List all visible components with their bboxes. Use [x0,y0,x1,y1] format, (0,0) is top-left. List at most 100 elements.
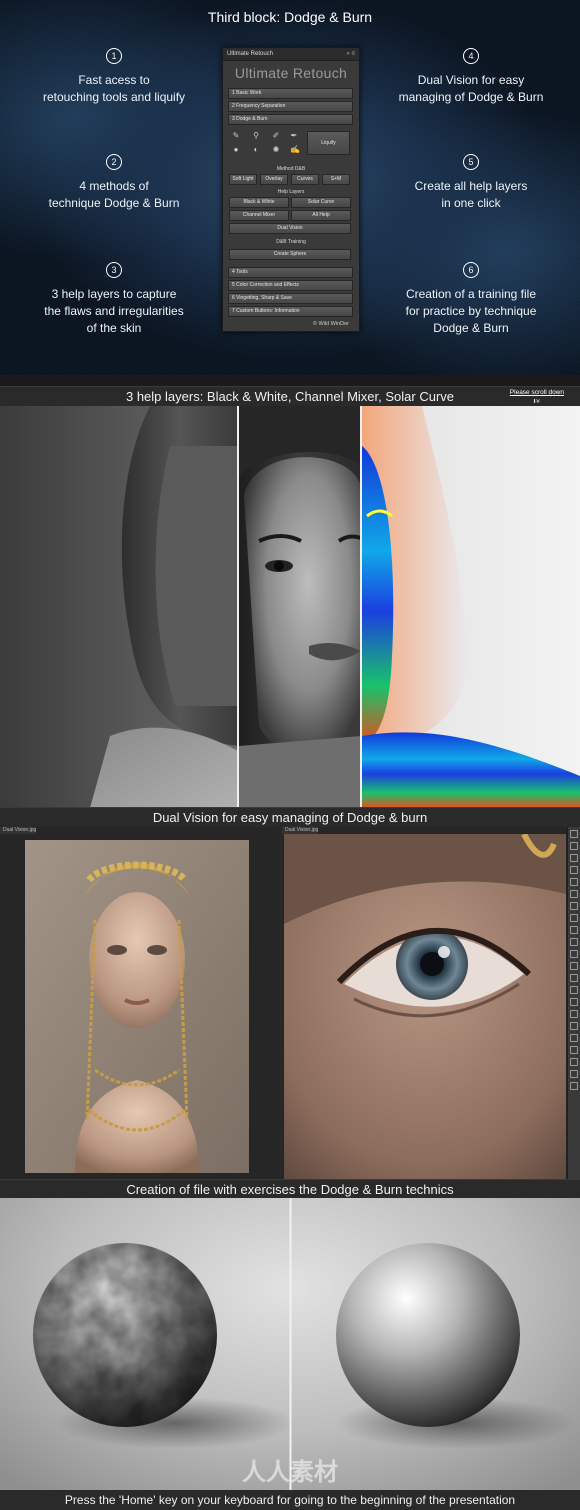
feature-number: 1 [106,48,122,64]
section-tools-button[interactable]: 4 Tools [228,267,353,278]
feature-number: 3 [106,262,122,278]
section-basic-work-button[interactable]: 1 Basic Work [228,88,353,99]
dodge-burn-sphere-exercise: 人人素材 [0,1198,580,1490]
section-custom-buttons[interactable]: 7 Custom Buttons: Information [228,306,353,317]
dual-vision-button[interactable]: Dual Vision [229,223,351,234]
section-color-correction-button[interactable]: 5 Color Correction and Effects [228,280,353,291]
liquify-button[interactable]: Liquify [307,131,350,155]
eraser-tool-icon[interactable] [570,950,578,958]
solar-curve-portrait-illustration [362,406,580,808]
pen-tool-icon[interactable] [570,998,578,1006]
pen-icon[interactable]: ✒ [290,132,298,140]
quick-mask-icon[interactable] [570,1082,578,1090]
brush-icon[interactable]: ✐ [272,132,280,140]
photoshop-toolbar [567,827,580,1179]
banner-text: 3 help layers: Black & White, Channel Mi… [125,389,455,404]
third-block-section: Third block: Dodge & Burn 1 Fast acess t… [0,0,580,375]
marquee-tool-icon[interactable] [570,842,578,850]
doc-tab-right[interactable]: Dual Vision.jpg [282,827,319,834]
type-tool-icon[interactable] [570,1010,578,1018]
solar-curve-layer-image [362,406,580,808]
feature-3: 3 3 help layers to capture the flaws and… [14,262,214,337]
dodge-tool-icon[interactable] [570,986,578,994]
smudge-icon[interactable]: ✍ [290,146,300,154]
hand-tool-icon[interactable] [570,1046,578,1054]
training-label: D&B Training [276,239,306,245]
sphere-comparison-image: 人人素材 [33,1198,575,1490]
feature-text: 4 methods of technique Dodge & Burn [48,179,180,210]
gradient-tool-icon[interactable] [570,962,578,970]
presentation-footer: Press the 'Home' key on your keyboard fo… [0,1490,580,1510]
black-white-button[interactable]: Black & White [229,197,289,208]
dual-vision-doc-right: Dual Vision.jpg [282,827,568,1179]
crop-tool-icon[interactable] [570,878,578,886]
doc-tab-left[interactable]: Dual Vision.jpg [0,827,37,834]
ultimate-retouch-panel: Ultimate Retouch » ≡ Ultimate Retouch 1 … [222,47,360,332]
solar-curve-button[interactable]: Solar Curve [291,197,351,208]
banner-text: Dual Vision for easy managing of Dodge &… [152,810,428,825]
blur-tool-icon[interactable] [570,974,578,982]
feature-text: Create all help layers in one click [414,179,528,210]
dual-vision-banner: Dual Vision for easy managing of Dodge &… [0,807,580,828]
healing-tool-icon[interactable] [570,902,578,910]
all-help-button[interactable]: All Help [291,210,351,221]
help-layers-comparison [0,406,580,808]
feature-6: 6 Creation of a training file for practi… [371,262,571,337]
panel-credit: © Wild WinDer [312,321,349,327]
spot-healing-icon[interactable]: ✎ [232,132,240,140]
feature-number: 6 [463,262,479,278]
brush-tool-icon[interactable] [570,914,578,922]
feature-number: 5 [463,154,479,170]
feature-4: 4 Dual Vision for easy managing of Dodge… [371,48,571,106]
sponge-icon[interactable]: ✺ [272,146,280,154]
section-title: Third block: Dodge & Burn [207,9,373,25]
shape-tool-icon[interactable] [570,1034,578,1042]
method-overlay-button[interactable]: Overlay [260,174,288,185]
feature-text: Dual Vision for easy managing of Dodge &… [398,73,544,104]
path-selection-tool-icon[interactable] [570,1022,578,1030]
footer-text: Press the 'Home' key on your keyboard fo… [64,1493,516,1507]
method-s-m-button[interactable]: S+M [322,174,350,185]
section-dodge-burn-button[interactable]: 3 Dodge & Burn [228,114,353,125]
right-sphere [336,1243,520,1427]
feature-text: Fast acess to retouching tools and liqui… [42,73,186,104]
watermark-logo: 人人素材 [242,1458,338,1486]
method-curves-button[interactable]: Curves [291,174,319,185]
create-sphere-button[interactable]: Create Sphere [229,249,351,260]
move-tool-icon[interactable] [570,830,578,838]
model-portrait-image [25,840,249,1173]
channel-mixer-layer-image [239,406,361,808]
section-vignetting-button[interactable]: 6 Vingetting, Sharp & Save [228,293,353,304]
panel-menu-icon[interactable]: » ≡ [346,48,355,60]
clone-stamp-icon[interactable]: ⚲ [252,132,260,140]
panel-title: Ultimate Retouch [234,65,348,81]
lasso-tool-icon[interactable] [570,854,578,862]
help-layers-label: Help Layers [277,189,305,195]
banner-text: Creation of file with exercises the Dodg… [126,1182,454,1197]
dual-vision-workspace: Dual Vision.jpg Dual Vision.jpg [0,827,580,1179]
feature-text: Creation of a training file for practice… [405,287,537,335]
left-sphere-texture [33,1243,217,1427]
burn-icon[interactable]: ◐ [252,146,260,154]
training-file-banner: Creation of file with exercises the Dodg… [0,1179,580,1200]
method-soft-light-button[interactable]: Soft Light [229,174,257,185]
panel-header[interactable]: Ultimate Retouch » ≡ [223,48,359,61]
zoom-tool-icon[interactable] [570,1058,578,1066]
feature-5: 5 Create all help layers in one click [371,154,571,212]
help-layers-banner: 3 help layers: Black & White, Channel Mi… [0,386,580,407]
panel-window-title: Ultimate Retouch [227,51,274,57]
channel-mixer-button[interactable]: Channel Mixer [229,210,289,221]
clone-tool-icon[interactable] [570,926,578,934]
eye-closeup-image [284,834,566,1179]
color-swatches-icon[interactable] [570,1070,578,1078]
feature-number: 4 [463,48,479,64]
eyedropper-tool-icon[interactable] [570,890,578,898]
history-brush-tool-icon[interactable] [570,938,578,946]
feature-number: 2 [106,154,122,170]
section-frequency-separation-button[interactable]: 2 Frequency Separation [228,101,353,112]
method-label: Method D&B [276,166,306,172]
dodge-icon[interactable]: ● [232,146,240,154]
magic-wand-tool-icon[interactable] [570,866,578,874]
bw-portrait-illustration [90,406,238,808]
scroll-down-link[interactable]: Please scroll down » [510,389,564,405]
